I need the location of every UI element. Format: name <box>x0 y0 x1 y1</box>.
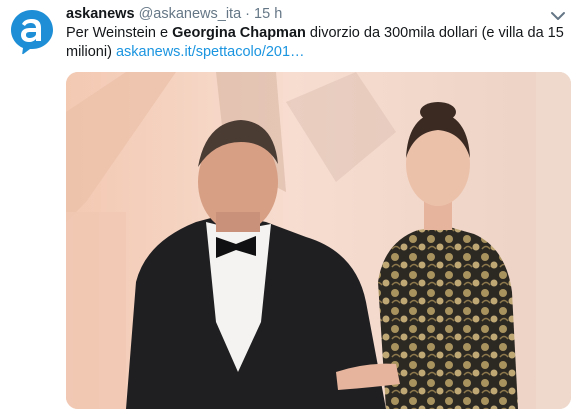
tweet-photo[interactable] <box>66 72 571 409</box>
article-link[interactable]: askanews.it/spettacolo/201… <box>116 44 305 60</box>
user-handle[interactable]: @askanews_ita <box>139 6 242 22</box>
tweet-text: Per Weinstein e Georgina Chapman divorzi… <box>66 24 566 62</box>
photo-illustration <box>66 72 571 409</box>
chevron-down-icon <box>551 12 565 20</box>
separator-dot: · <box>245 6 251 22</box>
tweet-header: askanews @askanews_ita · 15 h <box>66 4 536 24</box>
avatar[interactable] <box>8 8 56 56</box>
tweet-menu-button[interactable] <box>546 6 570 26</box>
askanews-logo-icon <box>11 10 53 55</box>
tweet-text-start: Per Weinstein e <box>66 25 173 41</box>
tweet-text-bold: Georgina Chapman <box>172 25 306 41</box>
timestamp[interactable]: 15 h <box>254 6 282 22</box>
display-name[interactable]: askanews <box>66 6 135 22</box>
